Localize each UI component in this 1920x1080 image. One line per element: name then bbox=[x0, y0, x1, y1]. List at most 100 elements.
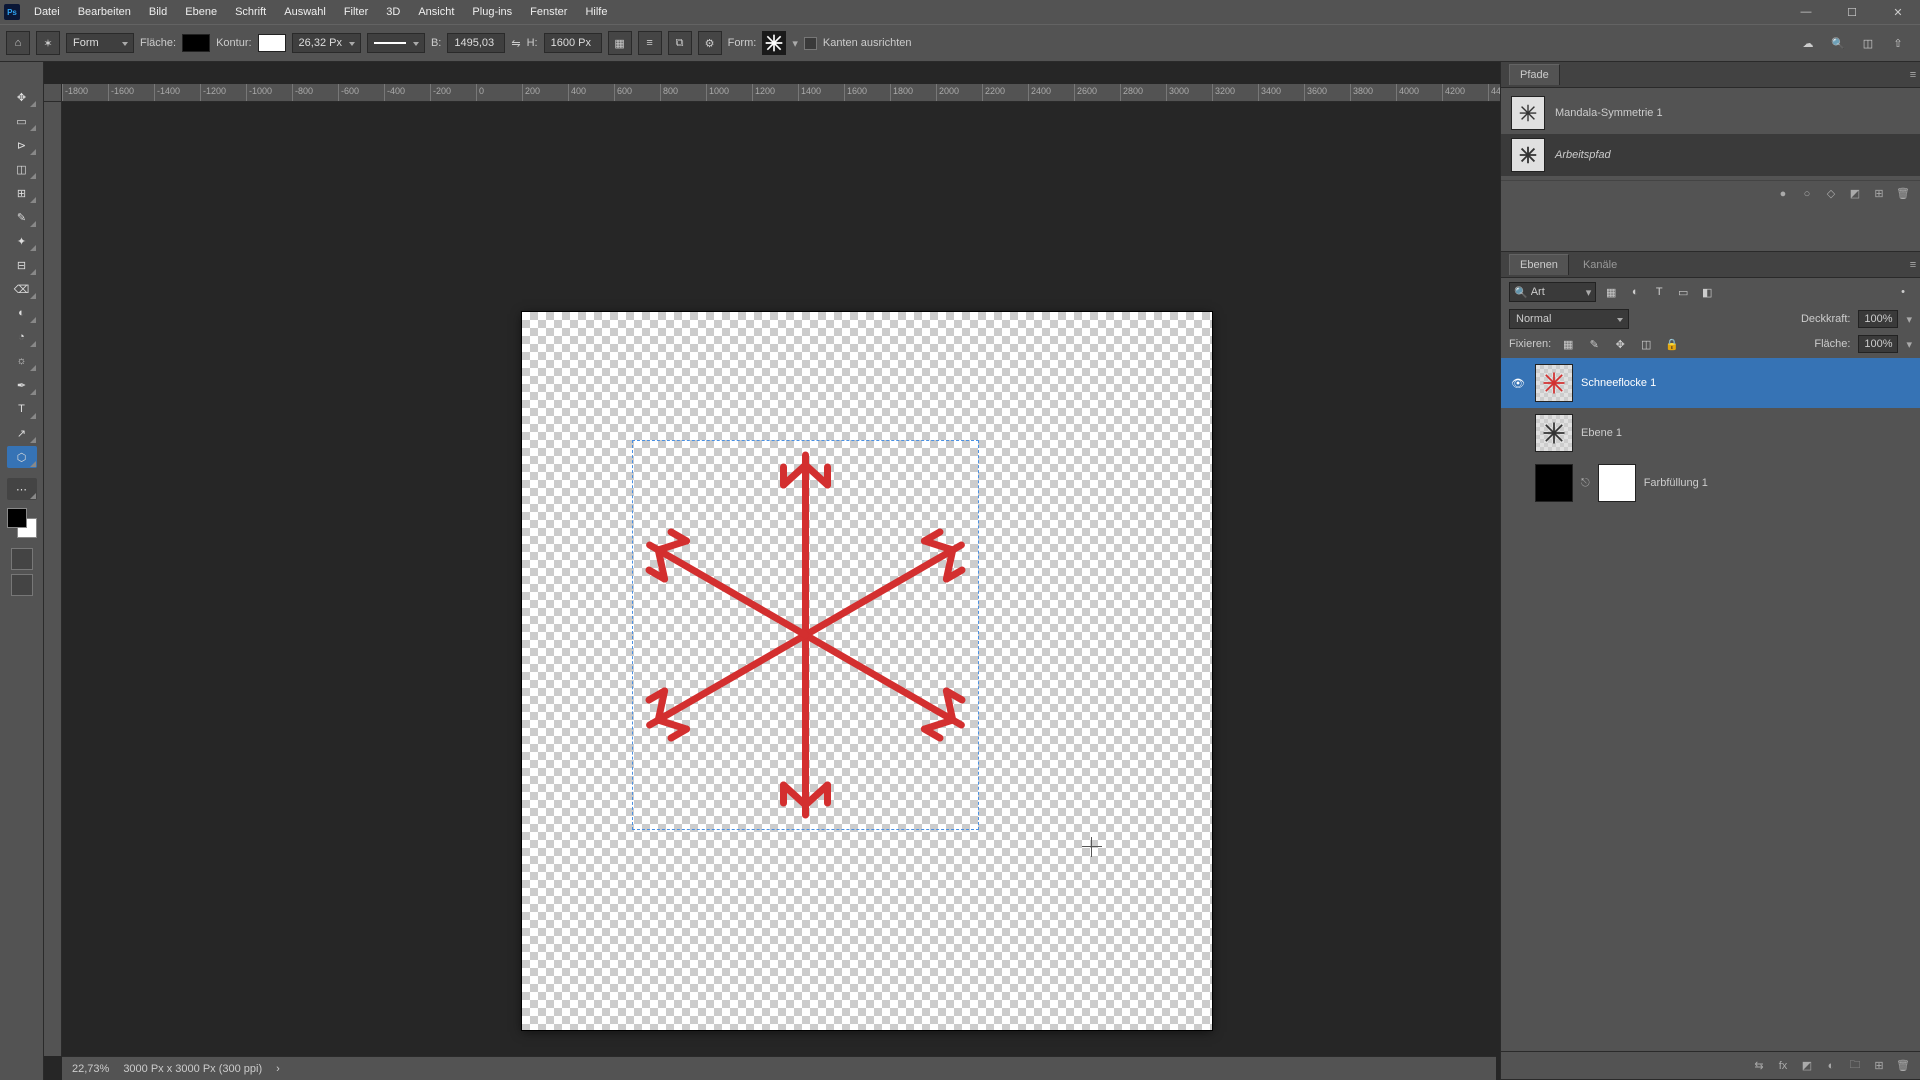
menu-fenster[interactable]: Fenster bbox=[526, 4, 571, 20]
zoom-level[interactable]: 22,73% bbox=[72, 1063, 109, 1075]
share-icon[interactable]: ⇧ bbox=[1888, 33, 1908, 53]
layer-thumbnail[interactable] bbox=[1535, 364, 1573, 402]
filter-pixel-icon[interactable]: ▦ bbox=[1602, 283, 1620, 301]
opacity-field[interactable]: 100% bbox=[1858, 310, 1898, 328]
lock-paint-icon[interactable]: ✎ bbox=[1585, 335, 1603, 353]
layer-thumbnail[interactable] bbox=[1535, 464, 1573, 502]
filter-adjust-icon[interactable]: ◐ bbox=[1626, 283, 1644, 301]
panel-menu-icon[interactable]: ≡ bbox=[1906, 68, 1920, 82]
lock-artboard-icon[interactable]: ◫ bbox=[1637, 335, 1655, 353]
fx-icon[interactable]: fx bbox=[1776, 1059, 1790, 1073]
fill-path-icon[interactable]: ● bbox=[1776, 187, 1790, 201]
menu-plugins[interactable]: Plug-ins bbox=[468, 4, 516, 20]
screenmode-toggle[interactable] bbox=[11, 574, 33, 596]
width-field[interactable]: 1495,03 bbox=[447, 33, 505, 53]
fill-swatch[interactable] bbox=[182, 34, 210, 52]
clone-tool[interactable]: ⊟ bbox=[7, 254, 37, 276]
align-icon[interactable]: ≡ bbox=[638, 31, 662, 55]
path-ops-icon[interactable]: ▦ bbox=[608, 31, 632, 55]
panel-menu-icon[interactable]: ≡ bbox=[1906, 258, 1920, 272]
layer-item[interactable]: Ebene 1 bbox=[1501, 408, 1920, 458]
filter-toggle-icon[interactable]: • bbox=[1894, 283, 1912, 301]
more-tools[interactable]: ⋯ bbox=[7, 478, 37, 500]
window-close[interactable]: ✕ bbox=[1880, 1, 1916, 23]
adjustment-icon[interactable]: ◐ bbox=[1824, 1059, 1838, 1073]
mask-icon[interactable]: ◩ bbox=[1848, 187, 1862, 201]
dodge-tool[interactable]: ☼ bbox=[7, 350, 37, 372]
lock-all-icon[interactable]: 🔒 bbox=[1663, 335, 1681, 353]
new-path-icon[interactable]: ⊞ bbox=[1872, 187, 1886, 201]
mode-dropdown[interactable]: Form bbox=[66, 33, 134, 53]
window-minimize[interactable]: — bbox=[1788, 1, 1824, 23]
cloud-icon[interactable]: ☁ bbox=[1798, 33, 1818, 53]
menu-auswahl[interactable]: Auswahl bbox=[280, 4, 330, 20]
filter-smart-icon[interactable]: ◧ bbox=[1698, 283, 1716, 301]
align-edges-checkbox[interactable] bbox=[804, 37, 817, 50]
visibility-toggle[interactable] bbox=[1509, 424, 1527, 442]
lock-position-icon[interactable]: ✥ bbox=[1611, 335, 1629, 353]
ruler-vertical[interactable] bbox=[44, 102, 62, 1056]
quickmask-toggle[interactable] bbox=[11, 548, 33, 570]
tab-kanaele[interactable]: Kanäle bbox=[1573, 255, 1627, 275]
eraser-tool[interactable]: ⌫ bbox=[7, 278, 37, 300]
menu-ansicht[interactable]: Ansicht bbox=[414, 4, 458, 20]
filter-shape-icon[interactable]: ▭ bbox=[1674, 283, 1692, 301]
menu-bild[interactable]: Bild bbox=[145, 4, 171, 20]
shape-tool[interactable]: ⬡ bbox=[7, 446, 37, 468]
workspace-icon[interactable]: ◫ bbox=[1858, 33, 1878, 53]
eyedropper-tool[interactable]: ✎ bbox=[7, 206, 37, 228]
frame-tool[interactable]: ⊞ bbox=[7, 182, 37, 204]
visibility-toggle[interactable] bbox=[1509, 474, 1527, 492]
home-icon[interactable]: ⌂ bbox=[6, 31, 30, 55]
path-item[interactable]: Mandala-Symmetrie 1 bbox=[1501, 92, 1920, 134]
menu-bearbeiten[interactable]: Bearbeiten bbox=[74, 4, 135, 20]
filter-type-icon[interactable]: T bbox=[1650, 283, 1668, 301]
snowflake-shape[interactable] bbox=[632, 440, 979, 830]
stroke-path-icon[interactable]: ○ bbox=[1800, 187, 1814, 201]
tab-pfade[interactable]: Pfade bbox=[1509, 64, 1560, 85]
menu-datei[interactable]: Datei bbox=[30, 4, 64, 20]
move-tool[interactable]: ✥ bbox=[7, 86, 37, 108]
stroke-style-dropdown[interactable] bbox=[367, 33, 425, 53]
link-layers-icon[interactable]: ⇆ bbox=[1752, 1059, 1766, 1073]
status-chevron-icon[interactable]: › bbox=[276, 1063, 280, 1075]
layer-item[interactable]: 👁 Schneeflocke 1 bbox=[1501, 358, 1920, 408]
layer-filter-input[interactable] bbox=[1531, 286, 1583, 298]
canvas[interactable] bbox=[522, 312, 1212, 1030]
new-layer-icon[interactable]: ⊞ bbox=[1872, 1059, 1886, 1073]
trash-icon[interactable]: 🗑 bbox=[1896, 1059, 1910, 1073]
stroke-swatch[interactable] bbox=[258, 34, 286, 52]
pen-tool[interactable]: ✒ bbox=[7, 374, 37, 396]
tab-ebenen[interactable]: Ebenen bbox=[1509, 254, 1569, 275]
layer-thumbnail[interactable] bbox=[1535, 414, 1573, 452]
menu-schrift[interactable]: Schrift bbox=[231, 4, 270, 20]
lasso-tool[interactable]: ⊳ bbox=[7, 134, 37, 156]
window-maximize[interactable]: ☐ bbox=[1834, 1, 1870, 23]
shape-picker[interactable] bbox=[762, 31, 786, 55]
lock-transparent-icon[interactable]: ▦ bbox=[1559, 335, 1577, 353]
arrange-icon[interactable]: ⧉ bbox=[668, 31, 692, 55]
crop-tool[interactable]: ◫ bbox=[7, 158, 37, 180]
menu-hilfe[interactable]: Hilfe bbox=[581, 4, 611, 20]
blur-tool[interactable]: ◔ bbox=[7, 326, 37, 348]
brush-tool[interactable]: ✦ bbox=[7, 230, 37, 252]
stroke-width-field[interactable]: 26,32 Px bbox=[292, 33, 361, 53]
menu-filter[interactable]: Filter bbox=[340, 4, 372, 20]
type-tool[interactable]: T bbox=[7, 398, 37, 420]
search-icon[interactable]: 🔍 bbox=[1828, 33, 1848, 53]
group-icon[interactable]: 🗀 bbox=[1848, 1059, 1862, 1073]
gear-icon[interactable]: ⚙ bbox=[698, 31, 722, 55]
ruler-origin[interactable] bbox=[44, 84, 62, 102]
visibility-toggle[interactable]: 👁 bbox=[1509, 374, 1527, 392]
selection-path-icon[interactable]: ◇ bbox=[1824, 187, 1838, 201]
tool-preset-icon[interactable]: ✶ bbox=[36, 31, 60, 55]
layer-mask-thumbnail[interactable] bbox=[1598, 464, 1636, 502]
gradient-tool[interactable]: ◐ bbox=[7, 302, 37, 324]
mask-icon[interactable]: ◩ bbox=[1800, 1059, 1814, 1073]
menu-3d[interactable]: 3D bbox=[382, 4, 404, 20]
height-field[interactable]: 1600 Px bbox=[544, 33, 602, 53]
fill-opacity-field[interactable]: 100% bbox=[1858, 335, 1898, 353]
marquee-tool[interactable]: ▭ bbox=[7, 110, 37, 132]
blend-mode-dropdown[interactable]: Normal bbox=[1509, 309, 1629, 329]
menu-ebene[interactable]: Ebene bbox=[181, 4, 221, 20]
